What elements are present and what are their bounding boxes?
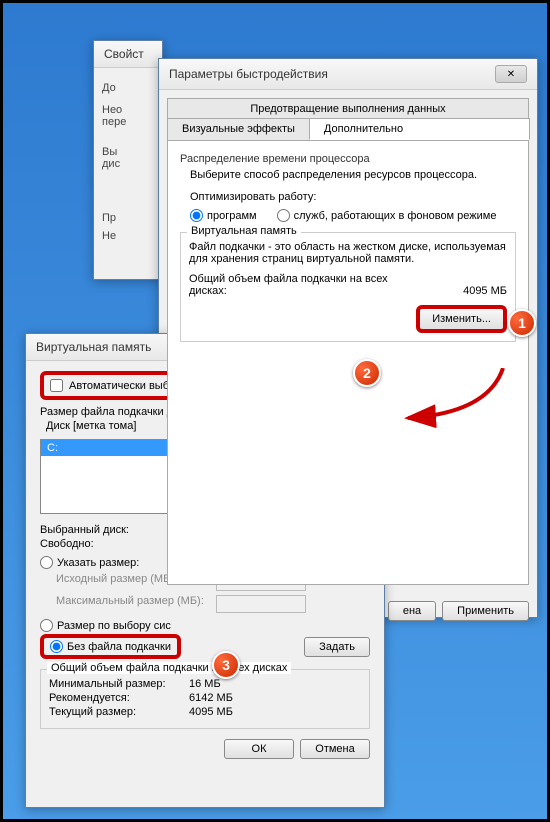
rec-value: 6142 МБ [189, 692, 233, 704]
vm-ok-button[interactable]: ОК [224, 739, 294, 759]
total-group-title: Общий объем файла подкачки на всех диска… [47, 662, 291, 674]
set-button[interactable]: Задать [304, 637, 370, 657]
cur-value: 4095 МБ [189, 706, 233, 718]
vm-desc: Файл подкачки - это область на жестком д… [189, 241, 507, 265]
vm-total-label: Общий объем файла подкачки на всех диска… [189, 273, 409, 297]
max-size-input [216, 595, 306, 613]
free-space-label: Свободно: [40, 538, 180, 550]
perf-title: Параметры быстродействия [169, 67, 328, 81]
processor-scheduling-title: Распределение времени процессора [180, 153, 516, 165]
change-button[interactable]: Изменить... [416, 305, 507, 333]
tab-dep[interactable]: Предотвращение выполнения данных [167, 98, 529, 119]
tab-advanced[interactable]: Дополнительно [309, 118, 530, 140]
properties-window: Свойст До Неопере Выдис Пр Не [93, 40, 163, 280]
max-size-label: Максимальный размер (МБ): [56, 595, 216, 613]
vm-total-value: 4095 МБ [463, 285, 507, 297]
cur-label: Текущий размер: [49, 706, 189, 718]
vm-group-title: Виртуальная память [187, 225, 301, 237]
annotation-marker-3: 3 [212, 651, 240, 679]
sched-desc: Выберите способ распределения ресурсов п… [190, 169, 516, 181]
radio-no-pagefile-input[interactable] [50, 640, 63, 653]
radio-services-input[interactable] [277, 209, 290, 222]
properties-titlebar: Свойст [94, 41, 162, 68]
rec-label: Рекомендуется: [49, 692, 189, 704]
performance-options-window: Параметры быстродействия ✕ Предотвращени… [158, 58, 538, 618]
close-icon[interactable]: ✕ [495, 65, 527, 83]
opt-label: Оптимизировать работу: [190, 191, 516, 203]
annotation-marker-2: 2 [353, 359, 381, 387]
min-value: 16 МБ [189, 678, 221, 690]
radio-custom-input[interactable] [40, 556, 53, 569]
selected-drive-label: Выбранный диск: [40, 524, 180, 536]
radio-system-managed[interactable]: Размер по выбору сис [40, 619, 370, 632]
min-label: Минимальный размер: [49, 678, 189, 690]
properties-title: Свойст [104, 47, 144, 61]
annotation-marker-1: 1 [508, 309, 536, 337]
radio-programs[interactable]: программ [190, 209, 257, 222]
vm-title: Виртуальная память [36, 340, 151, 354]
perf-tab-content: Распределение времени процессора Выберит… [167, 140, 529, 585]
virtual-memory-group: Виртуальная память Файл подкачки - это о… [180, 232, 516, 342]
radio-no-pagefile[interactable]: Без файла подкачки [40, 634, 181, 659]
radio-programs-input[interactable] [190, 209, 203, 222]
tab-visual-effects[interactable]: Визуальные эффекты [167, 118, 310, 140]
auto-size-checkbox[interactable] [50, 379, 63, 392]
radio-services[interactable]: служб, работающих в фоновом режиме [277, 209, 497, 222]
vm-cancel-button[interactable]: Отмена [300, 739, 370, 759]
perf-titlebar: Параметры быстродействия ✕ [159, 59, 537, 90]
total-group: Общий объем файла подкачки на всех диска… [40, 669, 370, 729]
radio-system-input[interactable] [40, 619, 53, 632]
perf-cancel-button[interactable]: ена [388, 601, 436, 621]
perf-apply-button[interactable]: Применить [442, 601, 529, 621]
